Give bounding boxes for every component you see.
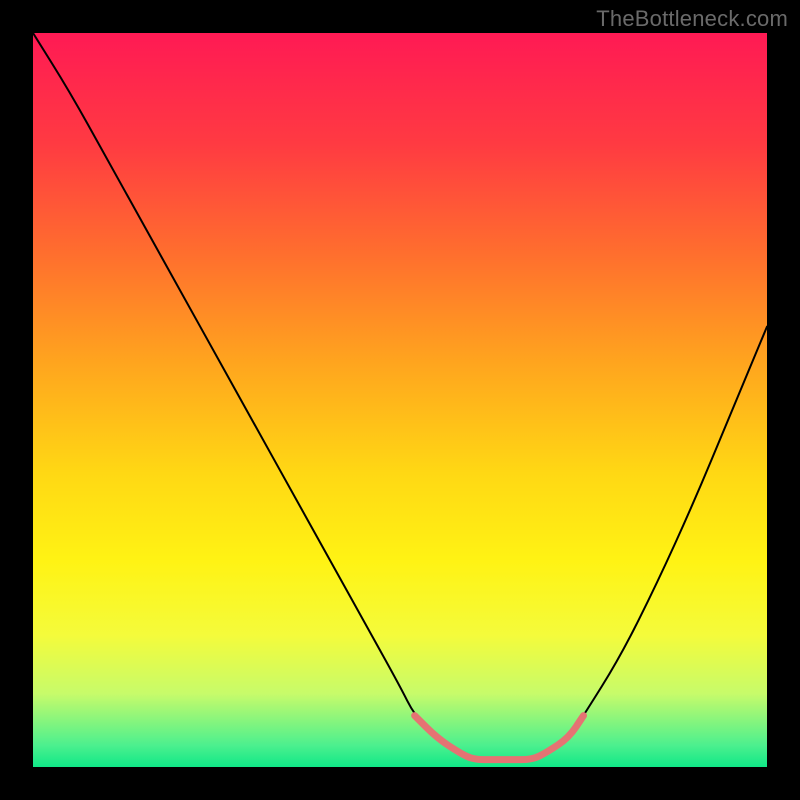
valley-highlight [415,716,584,760]
bottleneck-curve [33,33,767,760]
chart-frame: TheBottleneck.com [0,0,800,800]
curve-layer [33,33,767,767]
plot-area [33,33,767,767]
watermark-text: TheBottleneck.com [596,6,788,32]
